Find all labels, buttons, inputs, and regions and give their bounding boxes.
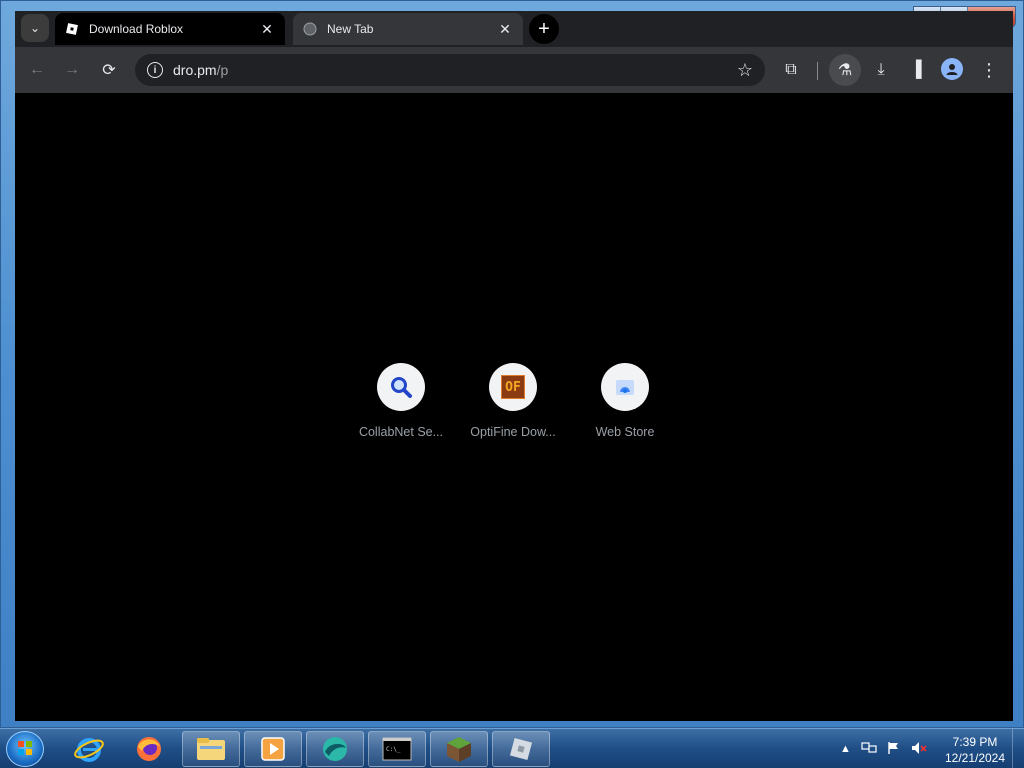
shortcut-label: Web Store [595, 425, 655, 439]
roblox-favicon-icon [65, 22, 79, 36]
bookmark-star-icon[interactable]: ☆ [737, 60, 753, 81]
minecraft-icon[interactable] [430, 731, 488, 767]
reload-icon[interactable]: ⟳ [95, 56, 123, 84]
side-panel-icon[interactable]: ▐ [902, 56, 930, 84]
webstore-icon [601, 363, 649, 411]
url-host: dro.pm [173, 62, 217, 78]
volume-muted-icon[interactable] [911, 741, 927, 758]
info-icon[interactable]: i [147, 62, 163, 78]
profile-avatar-icon[interactable] [941, 58, 963, 80]
new-tab-button[interactable]: + [529, 14, 559, 44]
shortcut-web-store[interactable]: Web Store [569, 363, 681, 439]
command-prompt-icon[interactable]: C:\_ [368, 731, 426, 767]
taskbar: C:\_ ▲ 7:39 PM 12/21/2024 [0, 728, 1024, 768]
shortcut-label: CollabNet Se... [358, 425, 444, 439]
optifine-logo-glyph: OF [501, 375, 525, 399]
shortcut-optifine[interactable]: OF OptiFine Dow... [457, 363, 569, 439]
file-explorer-icon[interactable] [182, 731, 240, 767]
tab-title: Download Roblox [89, 22, 184, 36]
magnifier-icon [377, 363, 425, 411]
show-hidden-icons-arrow-icon[interactable]: ▲ [840, 743, 851, 755]
shortcut-collabnet[interactable]: CollabNet Se... [345, 363, 457, 439]
new-tab-page: CollabNet Se... OF OptiFine Dow... Web S… [15, 93, 1013, 721]
roblox-icon[interactable] [492, 731, 550, 767]
tab-search-button[interactable]: ⌄ [21, 14, 49, 42]
forward-arrow-icon[interactable]: → [58, 56, 86, 84]
chrome-browser: ⌄ Download Roblox ✕ New Tab ✕ + ← → ⟳ i … [15, 11, 1013, 721]
firefox-icon[interactable] [120, 731, 178, 767]
tab-download-roblox[interactable]: Download Roblox ✕ [55, 13, 285, 45]
url-path: /p [216, 62, 229, 78]
taskbar-clock[interactable]: 7:39 PM 12/21/2024 [940, 734, 1010, 766]
close-tab-icon[interactable]: ✕ [497, 21, 513, 37]
shortcut-label: OptiFine Dow... [470, 425, 556, 439]
browser-toolbar: ← → ⟳ i dro.pm/p ☆ ⧉ ⚗ ⤓ ▐ ⋮ [15, 47, 1013, 93]
media-player-icon[interactable] [244, 731, 302, 767]
start-button[interactable] [6, 731, 44, 767]
clock-time: 7:39 PM [952, 735, 998, 749]
optifine-icon: OF [489, 363, 537, 411]
extensions-icon[interactable]: ⧉ [777, 56, 805, 84]
show-desktop-button[interactable] [1012, 729, 1024, 768]
toolbar-divider [817, 62, 818, 80]
download-icon[interactable]: ⤓ [867, 56, 895, 84]
network-icon[interactable] [861, 741, 877, 758]
back-arrow-icon[interactable]: ← [23, 56, 51, 84]
tab-new-tab[interactable]: New Tab ✕ [293, 13, 523, 45]
browser-app-icon[interactable] [306, 731, 364, 767]
address-bar[interactable]: i dro.pm/p ☆ [135, 54, 765, 86]
action-center-flag-icon[interactable] [887, 741, 901, 758]
system-tray: ▲ [840, 729, 927, 768]
menu-kebab-icon[interactable]: ⋮ [975, 56, 1003, 84]
tab-title: New Tab [327, 22, 374, 36]
cmd-glyph: C:\_ [386, 746, 401, 753]
close-tab-icon[interactable]: ✕ [259, 21, 275, 37]
globe-favicon-icon [303, 22, 317, 36]
labs-flask-icon[interactable]: ⚗ [831, 56, 859, 84]
internet-explorer-icon[interactable] [60, 731, 118, 767]
clock-date: 12/21/2024 [944, 751, 1006, 765]
browser-window: — ☐ ✕ ⌄ Download Roblox ✕ New Tab ✕ + [0, 0, 1024, 728]
tab-strip: ⌄ Download Roblox ✕ New Tab ✕ + [15, 11, 1013, 47]
